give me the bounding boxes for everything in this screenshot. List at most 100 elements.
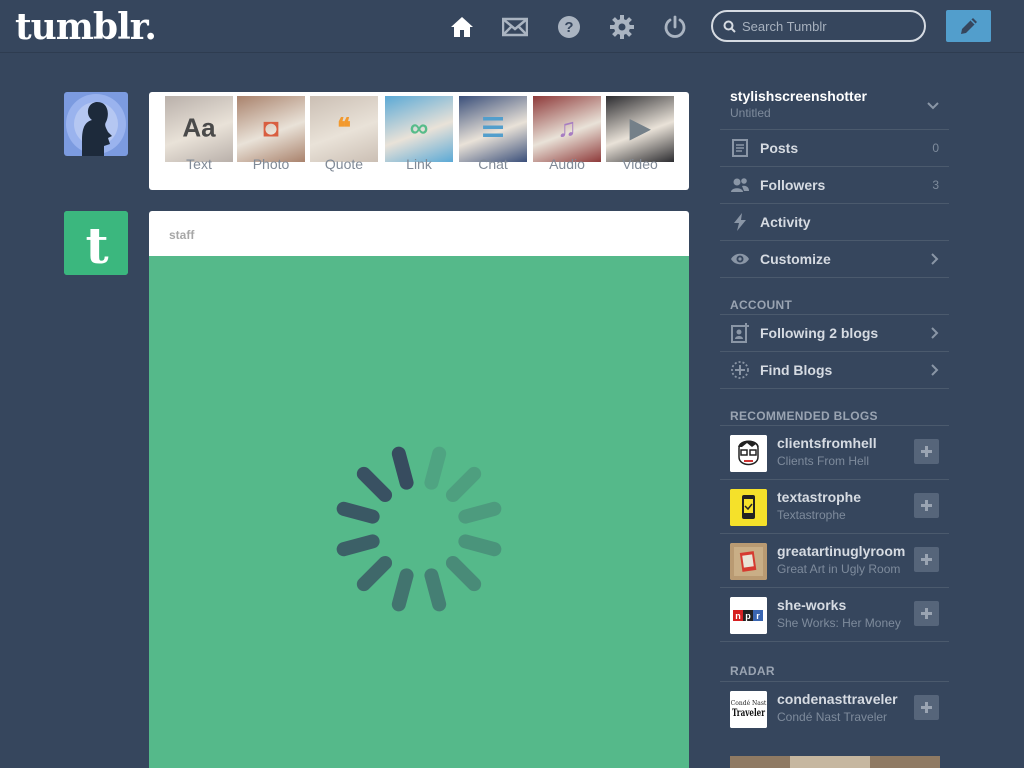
spinner-segment bbox=[391, 568, 414, 612]
follow-button[interactable] bbox=[914, 493, 939, 518]
post-type-label: Photo bbox=[252, 156, 290, 172]
blog-name[interactable]: condenasttraveler bbox=[777, 691, 909, 707]
following-icon bbox=[730, 323, 750, 343]
top-header: tumblr. ? bbox=[0, 0, 1024, 53]
spinner-segment bbox=[445, 466, 482, 503]
post-type-chat-button[interactable]: ☰ bbox=[459, 96, 527, 162]
quote-icon: ❝ bbox=[337, 112, 351, 143]
video-icon: ▶ bbox=[630, 112, 650, 143]
link-icon: ∞ bbox=[409, 112, 429, 143]
sidebar-item-find-blogs[interactable]: Find Blogs bbox=[720, 352, 949, 389]
chevron-right-icon bbox=[931, 364, 939, 376]
svg-text:p: p bbox=[745, 611, 751, 621]
recommended-blog-clientsfromhell[interactable]: clientsfromhell Clients From Hell bbox=[720, 426, 949, 480]
blog-name[interactable]: textastrophe bbox=[777, 489, 909, 505]
staff-post: staff bbox=[149, 211, 689, 768]
post-type-label: Quote bbox=[324, 156, 364, 172]
sidebar-item-label: Following 2 blogs bbox=[760, 325, 879, 341]
help-icon[interactable]: ? bbox=[556, 14, 582, 40]
staff-avatar[interactable]: t bbox=[64, 211, 128, 275]
recommended-blog-she-works[interactable]: npr she-works She Works: Her Money bbox=[720, 588, 949, 642]
blog-title: Textastrophe bbox=[777, 508, 846, 522]
sidebar-item-label: Find Blogs bbox=[760, 362, 833, 378]
eye-icon bbox=[730, 249, 750, 269]
spinner-segment bbox=[424, 568, 447, 612]
sidebar-item-label: Customize bbox=[760, 251, 831, 267]
post-type-label: Link bbox=[406, 156, 432, 172]
svg-text:?: ? bbox=[564, 19, 573, 36]
home-icon[interactable] bbox=[449, 14, 475, 40]
recommended-blog-greatartinuglyroom[interactable]: greatartinuglyroom Great Art in Ugly Roo… bbox=[720, 534, 949, 588]
spinner-segment bbox=[424, 446, 447, 490]
chat-icon: ☰ bbox=[481, 112, 505, 143]
sidebar-item-posts[interactable]: Posts 0 bbox=[720, 130, 949, 167]
follow-button[interactable] bbox=[914, 439, 939, 464]
plus-icon bbox=[921, 500, 932, 511]
post-type-photo-button[interactable]: ◘ bbox=[237, 96, 305, 162]
blog-avatar[interactable] bbox=[730, 543, 767, 580]
blog-title: Clients From Hell bbox=[777, 454, 870, 468]
recommended-blog-textastrophe[interactable]: textastrophe Textastrophe bbox=[720, 480, 949, 534]
tumblr-logo[interactable]: tumblr. bbox=[15, 6, 157, 48]
post-type-video-button[interactable]: ▶ bbox=[606, 96, 674, 162]
spinner-segment bbox=[458, 501, 502, 524]
svg-text:Traveler: Traveler bbox=[732, 708, 766, 719]
power-icon[interactable] bbox=[662, 14, 688, 40]
blog-avatar[interactable]: Condé Nast Traveler bbox=[730, 691, 767, 728]
blog-avatar[interactable] bbox=[730, 489, 767, 526]
blog-header[interactable]: stylishscreenshotter Untitled bbox=[720, 80, 949, 130]
text-icon: Aa bbox=[182, 112, 216, 143]
post-type-audio-button[interactable]: ♫ bbox=[533, 96, 601, 162]
post-type-quote-button[interactable]: ❝ bbox=[310, 96, 378, 162]
recommended-section-title: RECOMMENDED BLOGS bbox=[720, 389, 949, 426]
gear-icon[interactable] bbox=[609, 14, 635, 40]
chevron-down-icon[interactable] bbox=[927, 102, 939, 110]
compose-button[interactable] bbox=[946, 10, 991, 42]
post-type-text-button[interactable]: Aa bbox=[165, 96, 233, 162]
sidebar-item-activity[interactable]: Activity bbox=[720, 204, 949, 241]
search-box[interactable] bbox=[711, 10, 926, 42]
plus-icon bbox=[921, 554, 932, 565]
search-icon bbox=[723, 20, 736, 33]
sidebar-item-followers[interactable]: Followers 3 bbox=[720, 167, 949, 204]
follow-button[interactable] bbox=[914, 547, 939, 572]
user-avatar[interactable] bbox=[64, 92, 128, 156]
spinner-segment bbox=[356, 555, 393, 592]
posts-count: 0 bbox=[932, 141, 939, 155]
post-type-label: Text bbox=[186, 156, 212, 172]
follow-button[interactable] bbox=[914, 695, 939, 720]
follow-button[interactable] bbox=[914, 601, 939, 626]
audio-icon: ♫ bbox=[557, 112, 577, 143]
blog-title: Great Art in Ugly Room bbox=[777, 562, 901, 576]
post-type-link-button[interactable]: ∞ bbox=[385, 96, 453, 162]
blog-name[interactable]: clientsfromhell bbox=[777, 435, 909, 451]
blog-name[interactable]: she-works bbox=[777, 597, 909, 613]
blog-name: stylishscreenshotter bbox=[730, 88, 867, 104]
posts-icon bbox=[730, 138, 750, 158]
blog-name[interactable]: greatartinuglyroom bbox=[777, 543, 909, 559]
activity-icon bbox=[730, 212, 750, 232]
followers-icon bbox=[730, 175, 750, 195]
radar-blog-condenasttraveler[interactable]: Condé Nast Traveler condenasttraveler Con… bbox=[720, 682, 949, 736]
plus-icon bbox=[921, 446, 932, 457]
blog-title: She Works: Her Money bbox=[777, 616, 901, 630]
plus-icon bbox=[921, 608, 932, 619]
mail-icon[interactable] bbox=[502, 14, 528, 40]
blog-title: Condé Nast Traveler bbox=[777, 710, 888, 724]
search-input[interactable] bbox=[742, 18, 912, 34]
radar-post-preview[interactable] bbox=[730, 756, 940, 768]
blog-avatar[interactable]: npr bbox=[730, 597, 767, 634]
post-type-label: Chat bbox=[478, 156, 508, 172]
sidebar-item-following[interactable]: Following 2 blogs bbox=[720, 315, 949, 352]
blog-subtitle: Untitled bbox=[730, 106, 771, 120]
followers-count: 3 bbox=[932, 178, 939, 192]
sidebar-item-customize[interactable]: Customize bbox=[720, 241, 949, 278]
sidebar-item-label: Activity bbox=[760, 214, 811, 230]
spinner-segment bbox=[458, 534, 502, 557]
radar-section-title: RADAR bbox=[720, 642, 949, 682]
spinner-segment bbox=[336, 501, 380, 524]
spinner-segment bbox=[356, 466, 393, 503]
post-author[interactable]: staff bbox=[149, 211, 689, 256]
chevron-right-icon bbox=[931, 253, 939, 265]
blog-avatar[interactable] bbox=[730, 435, 767, 472]
